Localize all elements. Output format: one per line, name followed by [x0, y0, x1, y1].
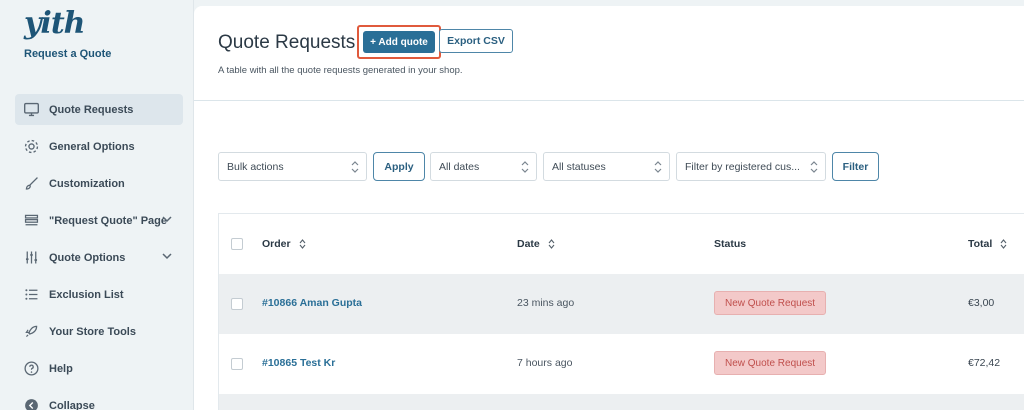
sort-icon	[299, 239, 305, 250]
statuses-select[interactable]: All statuses	[543, 152, 670, 181]
dates-select[interactable]: All dates	[430, 152, 537, 181]
help-icon	[23, 360, 40, 377]
brush-icon	[23, 175, 40, 192]
sidebar-item-label: Customization	[49, 177, 125, 190]
add-quote-button[interactable]: + Add quote	[363, 31, 435, 53]
add-quote-highlight: + Add quote	[357, 25, 441, 59]
sidebar-item-customization[interactable]: Customization	[15, 168, 183, 199]
column-header-order[interactable]: Order	[262, 238, 306, 250]
status-badge: New Quote Request	[714, 291, 827, 315]
stack-icon	[23, 212, 40, 229]
sidebar-item-general-options[interactable]: General Options	[15, 131, 183, 162]
dates-value: All dates	[439, 160, 480, 173]
yith-logo: yith	[24, 6, 85, 41]
column-header-date[interactable]: Date	[517, 238, 555, 250]
sidebar-item-collapse[interactable]: Collapse	[15, 390, 183, 410]
select-arrows-icon	[810, 161, 818, 173]
main-panel: Quote Requests + Add quote Export CSV A …	[194, 6, 1024, 410]
page-title: Quote Requests	[218, 32, 356, 53]
sliders-icon	[23, 249, 40, 266]
select-arrows-icon	[351, 161, 359, 173]
quotes-table: Order Date Status Total #10866 Aman Gupt…	[218, 213, 1024, 410]
sidebar-item-request-quote-page[interactable]: "Request Quote" Page	[15, 205, 183, 236]
sidebar-item-label: "Request Quote" Page	[49, 214, 168, 227]
order-link[interactable]: #10866 Aman Gupta	[262, 297, 362, 309]
sidebar-item-label: Exclusion List	[49, 288, 124, 301]
export-csv-button[interactable]: Export CSV	[439, 29, 513, 53]
bulk-actions-value: Bulk actions	[227, 160, 284, 173]
column-header-total[interactable]: Total	[968, 238, 1007, 250]
filter-button[interactable]: Filter	[832, 152, 879, 181]
sidebar-item-your-store-tools[interactable]: Your Store Tools	[15, 316, 183, 347]
table-row-partial	[219, 394, 1024, 410]
customer-filter-value: Filter by registered cus...	[685, 160, 800, 173]
sidebar-item-label: Collapse	[49, 399, 95, 410]
apply-button[interactable]: Apply	[373, 152, 425, 181]
customer-filter-select[interactable]: Filter by registered cus...	[676, 152, 826, 181]
sort-icon	[548, 239, 555, 250]
row-checkbox[interactable]	[231, 298, 243, 310]
collapse-icon	[23, 397, 40, 410]
sidebar-item-label: General Options	[49, 140, 135, 153]
sidebar-item-label: Quote Options	[49, 251, 126, 264]
sidebar-item-exclusion-list[interactable]: Exclusion List	[15, 279, 183, 310]
sidebar-item-label: Quote Requests	[49, 103, 134, 116]
column-header-status: Status	[714, 238, 747, 250]
select-all-checkbox[interactable]	[231, 238, 243, 250]
order-total: €72,42	[968, 357, 1001, 369]
order-total: €3,00	[968, 297, 995, 309]
chevron-down-icon	[161, 213, 173, 225]
sidebar-item-quote-requests[interactable]: Quote Requests	[15, 94, 183, 125]
table-row: #10866 Aman Gupta 23 mins ago New Quote …	[219, 274, 1024, 334]
sidebar-item-quote-options[interactable]: Quote Options	[15, 242, 183, 273]
page-description: A table with all the quote requests gene…	[218, 65, 463, 76]
select-arrows-icon	[521, 161, 529, 173]
status-badge: New Quote Request	[714, 351, 827, 375]
sort-icon	[1000, 239, 1007, 250]
gear-icon	[23, 138, 40, 155]
row-checkbox[interactable]	[231, 358, 243, 370]
table-header-row: Order Date Status Total	[219, 214, 1024, 274]
monitor-icon	[23, 101, 40, 118]
order-link[interactable]: #10865 Test Kr	[262, 357, 335, 369]
list-icon	[23, 286, 40, 303]
divider	[194, 100, 1024, 101]
rocket-icon	[23, 323, 40, 340]
table-row: #10865 Test Kr 7 hours ago New Quote Req…	[219, 334, 1024, 394]
order-date: 7 hours ago	[517, 357, 573, 369]
sidebar: yith Request a Quote Quote Requests Gene…	[0, 0, 194, 410]
sidebar-item-label: Help	[49, 362, 73, 375]
sidebar-item-help[interactable]: Help	[15, 353, 183, 384]
order-date: 23 mins ago	[517, 297, 575, 309]
bulk-actions-select[interactable]: Bulk actions	[218, 152, 367, 181]
statuses-value: All statuses	[552, 160, 606, 173]
plugin-name: Request a Quote	[24, 48, 112, 60]
sidebar-nav: Quote Requests General Options Customiza…	[15, 94, 183, 410]
sidebar-item-label: Your Store Tools	[49, 325, 136, 338]
select-arrows-icon	[654, 161, 662, 173]
chevron-down-icon	[161, 250, 173, 262]
